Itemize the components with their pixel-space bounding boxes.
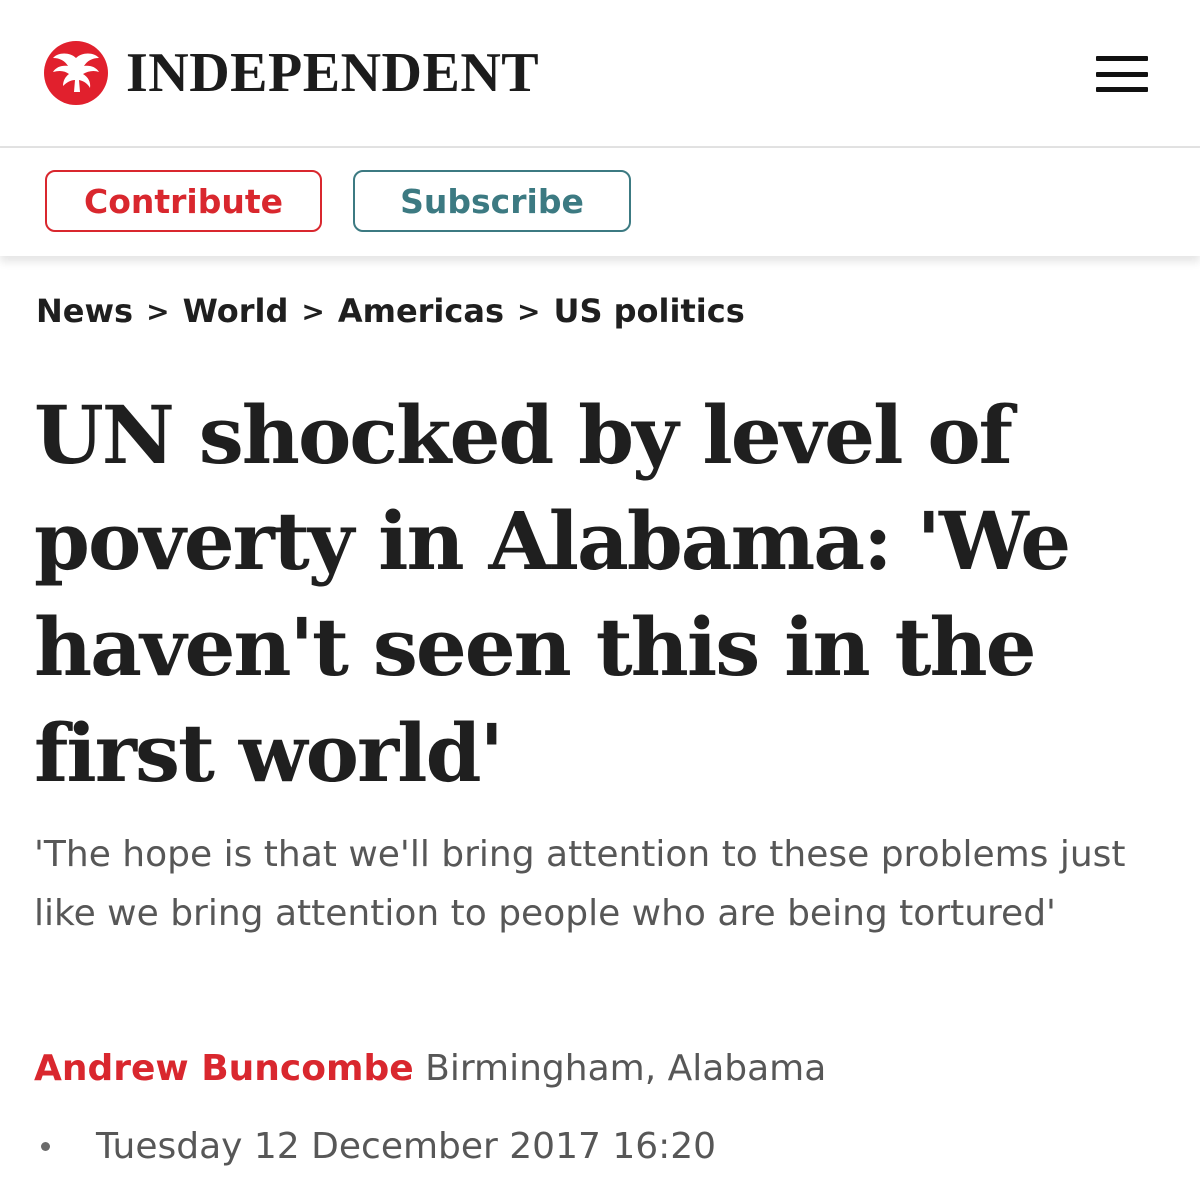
article-standfirst: 'The hope is that we'll bring attention …	[34, 834, 1126, 934]
breadcrumb: News > World > Americas > US politics	[36, 292, 745, 330]
menu-line	[1096, 71, 1148, 77]
publish-date: Tuesday 12 December 2017 16:20	[34, 1126, 716, 1167]
publish-date-text: Tuesday 12 December 2017 16:20	[96, 1126, 717, 1167]
hamburger-menu-icon[interactable]	[1096, 56, 1148, 92]
site-logo[interactable]: INDEPENDENT	[44, 40, 539, 106]
logo-wordmark: INDEPENDENT	[126, 42, 540, 104]
bullet-icon	[41, 1142, 50, 1151]
article-headline: UN shocked by level of poverty in Alabam…	[34, 388, 1071, 800]
breadcrumb-separator: >	[301, 294, 325, 328]
byline: Andrew Buncombe Birmingham, Alabama	[34, 1048, 826, 1089]
breadcrumb-world[interactable]: World	[183, 292, 289, 330]
action-bar: Contribute Subscribe	[0, 148, 1200, 256]
breadcrumb-separator: >	[517, 294, 541, 328]
breadcrumb-news[interactable]: News	[36, 292, 133, 330]
menu-line	[1096, 87, 1148, 92]
subscribe-button[interactable]: Subscribe	[353, 170, 631, 232]
breadcrumb-us-politics[interactable]: US politics	[553, 292, 744, 330]
contribute-button[interactable]: Contribute	[45, 170, 322, 232]
byline-location: Birmingham, Alabama	[425, 1048, 827, 1089]
author-link[interactable]: Andrew Buncombe	[34, 1048, 414, 1089]
menu-line	[1096, 56, 1148, 61]
breadcrumb-separator: >	[146, 294, 170, 328]
breadcrumb-americas[interactable]: Americas	[338, 292, 504, 330]
eagle-logo-icon	[44, 41, 108, 105]
site-header: INDEPENDENT	[0, 0, 1200, 146]
